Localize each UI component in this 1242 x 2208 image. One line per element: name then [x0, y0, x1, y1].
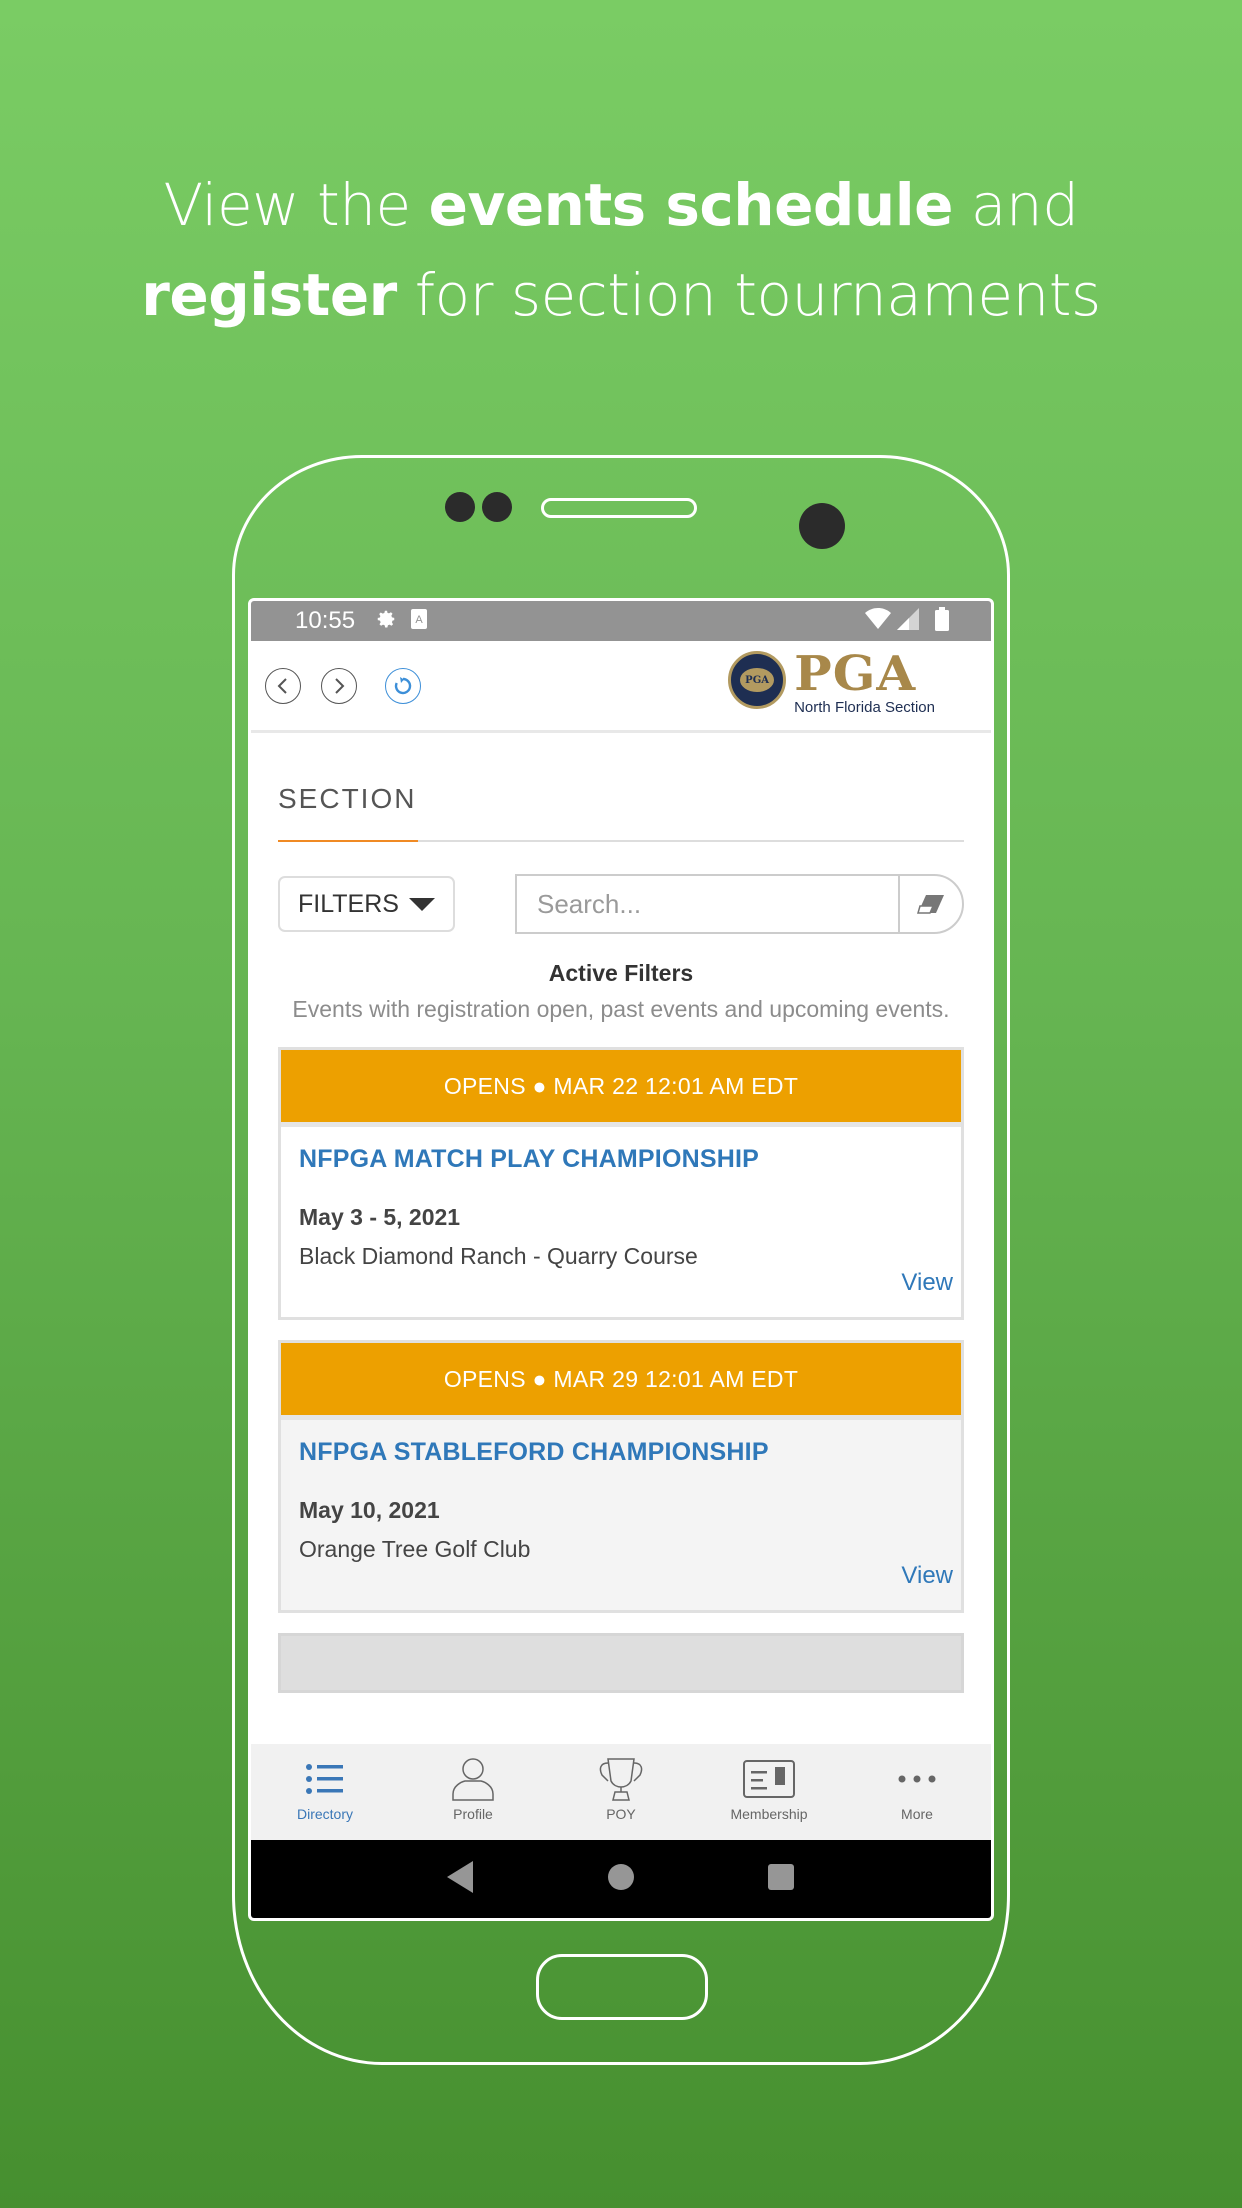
event-date: May 3 - 5, 2021 [299, 1204, 461, 1230]
page-title: SECTION [278, 783, 417, 814]
active-filters: Active Filters Events with registration … [278, 960, 964, 1027]
person-icon [451, 1756, 495, 1802]
event-venue: Orange Tree Golf Club [299, 1536, 531, 1562]
title-divider [278, 840, 964, 842]
a-icon: A [411, 608, 428, 634]
main-content: SECTION FILTERS Active Filters Events wi… [251, 783, 991, 1693]
filters-dropdown[interactable]: FILTERS [278, 876, 455, 932]
event-date: May 10, 2021 [299, 1497, 440, 1523]
svg-text:A: A [415, 614, 423, 626]
event-card-partial[interactable] [278, 1633, 964, 1693]
registration-banner: OPENS ● MAR 29 12:01 AM EDT [281, 1343, 961, 1420]
bottom-tab-bar: Directory Profile POY Membership More [251, 1744, 991, 1840]
logo-wordmark: PGA [794, 645, 917, 702]
earpiece-speaker [541, 498, 697, 518]
event-name[interactable]: NFPGA MATCH PLAY CHAMPIONSHIP [299, 1145, 943, 1174]
gear-icon [375, 608, 397, 635]
app-header: PGA PGA North Florida Section [251, 641, 991, 733]
event-card[interactable]: OPENS ● MAR 29 12:01 AM EDT NFPGA STABLE… [278, 1340, 964, 1613]
forward-button[interactable] [321, 667, 357, 704]
square-recents-icon [768, 1863, 794, 1890]
tab-membership[interactable]: Membership [695, 1744, 843, 1840]
view-event-link[interactable]: View [901, 1562, 953, 1590]
eraser-icon [917, 895, 944, 914]
nav-home-button[interactable] [607, 1863, 635, 1896]
sensor-dot [445, 492, 475, 522]
more-icon [897, 1756, 937, 1802]
triangle-back-icon [447, 1860, 473, 1893]
phone-screen: 10:55 A PGA PGA North Florida Section SE… [248, 598, 994, 1921]
search-box [515, 874, 964, 934]
event-card[interactable]: OPENS ● MAR 22 12:01 AM EDT NFPGA MATCH … [278, 1047, 964, 1320]
promo-line-2: register for section tournaments [141, 261, 1101, 329]
back-button[interactable] [265, 667, 301, 704]
tab-poy[interactable]: POY [547, 1744, 695, 1840]
battery-icon [935, 606, 949, 636]
card-icon [743, 1756, 795, 1802]
search-input[interactable] [515, 874, 898, 934]
active-filters-title: Active Filters [548, 960, 694, 986]
tab-directory[interactable]: Directory [251, 1744, 399, 1840]
circle-home-icon [608, 1863, 634, 1890]
registration-banner: OPENS ● MAR 22 12:01 AM EDT [281, 1050, 961, 1127]
event-name[interactable]: NFPGA STABLEFORD CHAMPIONSHIP [299, 1438, 943, 1467]
tab-more[interactable]: More [843, 1744, 991, 1840]
promo-line-1: View the events schedule and [163, 171, 1079, 239]
refresh-icon [394, 676, 412, 694]
pga-logo: PGA PGA North Florida Section [728, 645, 935, 716]
refresh-button[interactable] [385, 667, 421, 704]
pga-seal-icon: PGA [728, 651, 787, 709]
signal-icon [897, 607, 919, 635]
front-camera [799, 503, 845, 549]
sensor-dot [482, 492, 512, 522]
chevron-left-icon [277, 677, 287, 694]
caret-down-icon [409, 897, 435, 911]
tab-profile[interactable]: Profile [399, 1744, 547, 1840]
chevron-right-icon [335, 677, 345, 694]
nav-back-button[interactable] [447, 1860, 475, 1898]
active-filters-description: Events with registration open, past even… [292, 996, 950, 1022]
filters-label: FILTERS [298, 889, 399, 918]
android-nav-bar [251, 1840, 991, 1918]
promo-headline: View the events schedule and register fo… [0, 160, 1242, 340]
status-time: 10:55 [295, 607, 356, 634]
event-venue: Black Diamond Ranch - Quarry Course [299, 1243, 698, 1269]
clear-search-button[interactable] [898, 874, 964, 934]
list-icon [305, 1756, 345, 1802]
trophy-icon [596, 1756, 646, 1802]
view-event-link[interactable]: View [901, 1269, 953, 1297]
wifi-icon [865, 607, 891, 635]
hardware-home-button [536, 1954, 708, 2020]
nav-recents-button[interactable] [767, 1863, 795, 1896]
status-bar: 10:55 A [251, 601, 991, 641]
